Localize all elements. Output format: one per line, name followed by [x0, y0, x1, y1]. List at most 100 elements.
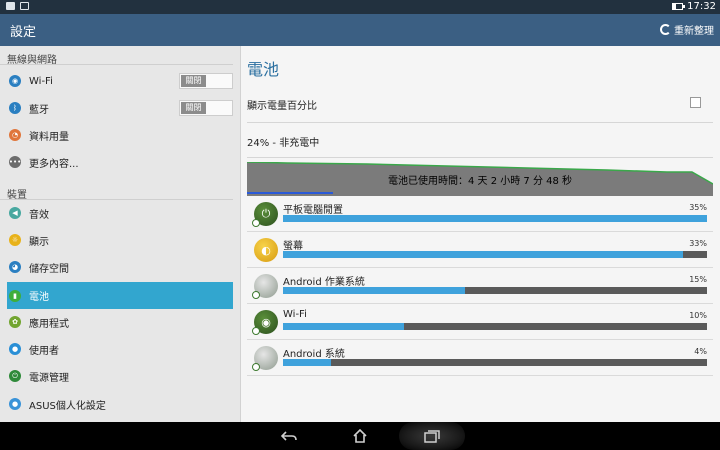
sidebar-item-label: 儲存空間	[29, 263, 69, 275]
usage-name: 平板電腦閒置	[283, 205, 343, 216]
apps-icon: ✿	[9, 316, 21, 328]
badge-icon	[252, 327, 260, 335]
notification-icon	[6, 2, 15, 10]
status-time: 17:32	[687, 1, 716, 12]
back-icon	[281, 431, 297, 441]
home-button[interactable]	[348, 426, 372, 446]
usage-percent: 4%	[694, 347, 707, 356]
recent-apps-button[interactable]	[420, 426, 444, 446]
sidebar-item-label: 更多內容...	[29, 158, 79, 170]
sidebar-item-label: 電源管理	[29, 372, 69, 384]
usage-percent: 33%	[689, 239, 707, 248]
bluetooth-icon: ᛒ	[9, 102, 21, 114]
app-title: 設定	[10, 25, 37, 40]
display-icon: ☼	[9, 234, 21, 246]
sidebar-item-data-usage[interactable]: ◔ 資料用量	[7, 123, 233, 147]
sidebar-item-storage[interactable]: ◕ 儲存空間	[7, 255, 233, 279]
storage-icon: ◕	[9, 261, 21, 273]
sidebar-item-label: 顯示	[29, 236, 49, 248]
usage-item-tablet-idle[interactable]: ⏻ 平板電腦閒置 35%	[247, 196, 713, 232]
battery-status-text: 24% - 非充電中	[247, 138, 320, 149]
navigation-bar	[0, 422, 720, 450]
usage-name: Android 作業系統	[283, 277, 365, 288]
sidebar-item-label: 使用者	[29, 345, 59, 357]
more-icon: •••	[8, 156, 22, 168]
divider	[247, 157, 713, 158]
battery-status-icon	[672, 3, 686, 10]
badge-icon	[252, 363, 260, 371]
usage-percent: 35%	[689, 203, 707, 212]
android-os-icon	[252, 274, 278, 299]
battery-icon: ▮	[9, 289, 21, 302]
section-header-device: 裝置	[0, 181, 233, 201]
sound-icon: ◀	[9, 207, 21, 219]
usage-item-screen[interactable]: ◐ 螢幕 33%	[247, 232, 713, 268]
sidebar-item-users[interactable]: ● 使用者	[7, 337, 233, 361]
usage-percent: 15%	[689, 275, 707, 284]
android-system-icon	[252, 346, 278, 371]
usage-bar	[283, 359, 707, 366]
sidebar-item-label: 音效	[29, 209, 49, 221]
usage-item-android-os[interactable]: Android 作業系統 15%	[247, 268, 713, 304]
usage-percent: 10%	[689, 311, 707, 320]
usage-item-android-system[interactable]: Android 系統 4%	[247, 340, 713, 376]
usage-name: Android 系統	[283, 349, 345, 360]
toggle-label: 關閉	[181, 102, 206, 114]
wifi-toggle[interactable]: 關閉	[179, 73, 233, 89]
usage-bar	[283, 323, 707, 330]
sidebar-item-sound[interactable]: ◀ 音效	[7, 201, 233, 225]
home-icon	[353, 429, 367, 443]
usage-bar-fill	[283, 215, 707, 222]
sidebar-item-more[interactable]: ••• 更多內容...	[7, 150, 233, 174]
show-percent-row[interactable]: 顯示電量百分比	[247, 97, 707, 113]
section-header-wireless: 無線與網路	[0, 46, 233, 66]
sidebar-item-asus-settings[interactable]: ● ASUS個人化設定	[7, 392, 233, 416]
sidebar-item-label: 應用程式	[29, 318, 69, 330]
usage-bar-fill	[283, 323, 405, 330]
usage-bar	[283, 215, 707, 222]
user-icon: ●	[9, 343, 21, 355]
usage-bar	[283, 287, 707, 294]
sidebar-item-apps[interactable]: ✿ 應用程式	[7, 310, 233, 334]
bluetooth-toggle[interactable]: 關閉	[179, 100, 233, 116]
refresh-label: 重新整理	[674, 26, 714, 37]
action-bar: 設定 重新整理	[0, 14, 720, 46]
battery-usage-time: 電池已使用時間：4 天 2 小時 7 分 48 秒	[387, 176, 573, 187]
wifi-usage-icon: ◉	[252, 310, 278, 335]
usage-bar	[283, 251, 707, 258]
sidebar-item-label: 資料用量	[29, 131, 69, 143]
refresh-button[interactable]: 重新整理	[660, 22, 714, 37]
settings-sidebar: 無線與網路 ◉ Wi-Fi 關閉 ᛒ 藍牙 關閉 ◔ 資料用量 ••• 更多內容…	[0, 46, 241, 422]
sidebar-item-bluetooth[interactable]: ᛒ 藍牙 關閉	[7, 96, 233, 120]
refresh-icon	[660, 24, 671, 35]
show-percent-label: 顯示電量百分比	[247, 101, 317, 112]
power-icon: ⏻	[252, 202, 278, 227]
sidebar-item-battery[interactable]: ▮ 電池	[7, 282, 233, 309]
power-management-icon: ⏻	[9, 370, 21, 382]
brightness-icon: ◐	[254, 238, 278, 262]
battery-panel: 電池 顯示電量百分比 24% - 非充電中 電池已使用時間：4 天 2 小時 7…	[241, 46, 720, 422]
sidebar-item-label: 電池	[29, 292, 49, 303]
divider	[247, 122, 713, 123]
usage-name: Wi-Fi	[283, 309, 307, 320]
usage-item-wifi[interactable]: ◉ Wi-Fi 10%	[247, 304, 713, 340]
toggle-label: 關閉	[181, 75, 206, 87]
asus-settings-icon: ●	[9, 398, 21, 410]
recent-apps-icon	[424, 430, 440, 443]
usage-bar-fill	[283, 251, 683, 258]
battery-history-graph[interactable]: 電池已使用時間：4 天 2 小時 7 分 48 秒	[247, 162, 713, 196]
show-percent-checkbox[interactable]	[690, 97, 701, 108]
sidebar-item-wifi[interactable]: ◉ Wi-Fi 關閉	[7, 69, 233, 93]
battery-graph-marker	[247, 192, 333, 194]
wifi-icon: ◉	[9, 75, 21, 87]
usage-bar-fill	[283, 359, 332, 366]
page-title: 電池	[247, 60, 280, 79]
back-button[interactable]	[277, 426, 301, 446]
usage-bar-fill	[283, 287, 465, 294]
sidebar-item-label: ASUS個人化設定	[29, 400, 106, 412]
usage-name: 螢幕	[283, 241, 303, 252]
sidebar-item-display[interactable]: ☼ 顯示	[7, 228, 233, 252]
data-usage-icon: ◔	[9, 129, 21, 141]
sidebar-item-power-management[interactable]: ⏻ 電源管理	[7, 364, 233, 388]
badge-icon	[252, 291, 260, 299]
